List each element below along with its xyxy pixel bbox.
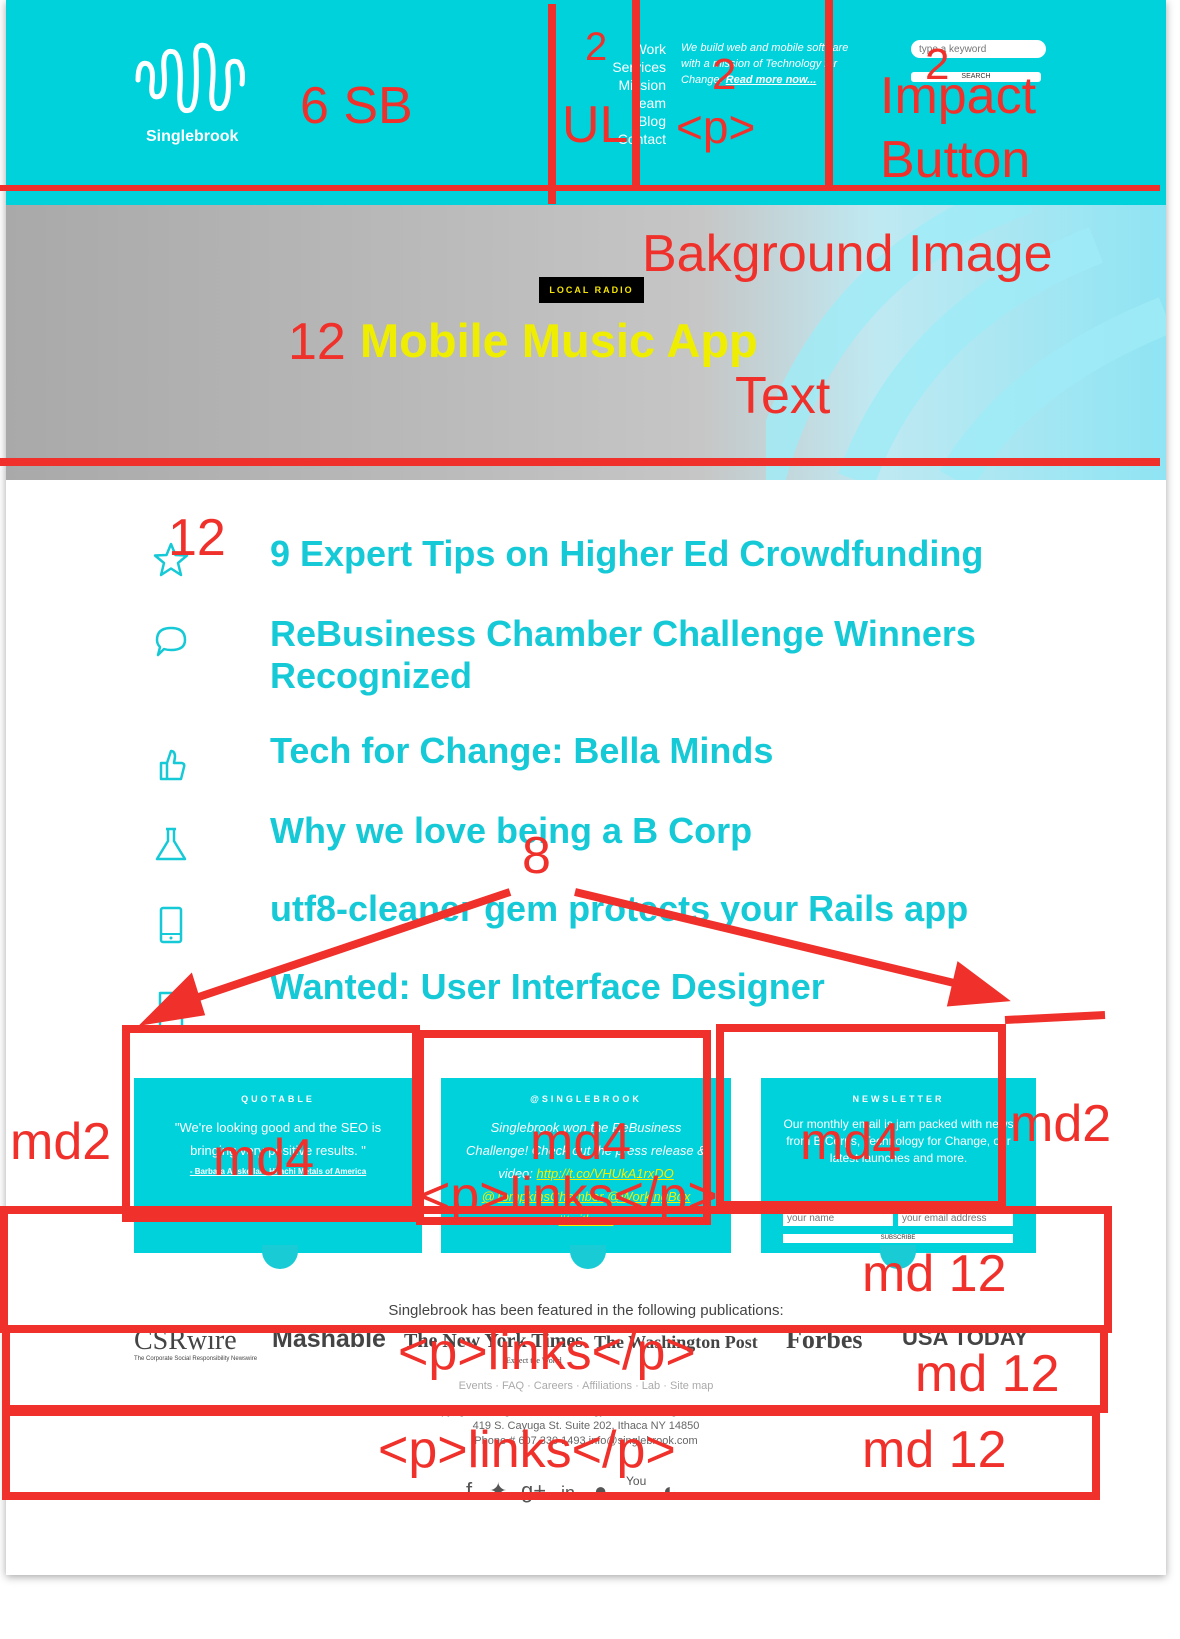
nav-item-mission[interactable]: Mission <box>586 76 666 94</box>
logo-text[interactable]: Singlebrook <box>146 128 238 146</box>
annotation-impact: Impact <box>880 67 1037 125</box>
annotation-8: 8 <box>522 827 551 885</box>
annotation-2a: 2 <box>585 25 608 69</box>
annotation-divider-3 <box>825 0 835 190</box>
annotation-background-image: Bakground Image <box>642 225 1053 283</box>
annotation-p-links-3: <p>links</p> <box>378 1421 676 1479</box>
flask-icon <box>155 827 187 861</box>
read-more-link[interactable]: Read more now... <box>726 74 817 86</box>
hero-title[interactable]: Mobile Music App <box>360 313 758 368</box>
annotation-p: <p> <box>676 101 756 153</box>
annotation-2b: 2 <box>712 50 737 99</box>
annotation-md4-2: md4 <box>530 1113 632 1171</box>
article-link-b-corp[interactable]: Why we love being a B Corp <box>270 810 752 852</box>
annotation-p-links-1: <p>links</p> <box>420 1167 718 1225</box>
annotation-md12-3: md 12 <box>862 1421 1007 1479</box>
article-link-rebusiness-line2[interactable]: Recognized <box>270 655 472 697</box>
annotation-6-sb: 6 SB <box>300 77 413 135</box>
thumbs-up-icon <box>159 749 186 781</box>
annotation-button: Button <box>880 131 1031 189</box>
speech-bubble-icon <box>155 626 187 657</box>
annotation-md2-left: md2 <box>10 1113 112 1171</box>
annotation-divider-2 <box>632 0 642 190</box>
annotation-md4-3: md4 <box>800 1113 902 1171</box>
annotation-md12-2: md 12 <box>915 1345 1060 1403</box>
annotation-12-hero: 12 <box>288 313 346 371</box>
annotation-md12-1: md 12 <box>862 1245 1007 1303</box>
annotation-arrows <box>138 888 1106 1026</box>
annotation-md4-1: md4 <box>213 1129 315 1187</box>
annotation-p-links-2: <p>links</p> <box>398 1323 696 1381</box>
category-badge: LOCAL RADIO <box>539 277 644 303</box>
article-link-bella-minds[interactable]: Tech for Change: Bella Minds <box>270 730 773 772</box>
annotation-12-list: 12 <box>168 509 226 567</box>
annotation-box-quotable <box>122 1025 420 1222</box>
article-link-crowdfunding[interactable]: 9 Expert Tips on Higher Ed Crowdfunding <box>270 533 983 575</box>
annotation-hero-line <box>0 458 1160 470</box>
annotation-ul: UL <box>562 96 629 154</box>
annotation-text: Text <box>735 367 831 425</box>
annotation-divider-1 <box>548 4 558 204</box>
logo-icon[interactable] <box>134 40 246 120</box>
annotation-md2-right: md2 <box>1010 1095 1112 1153</box>
article-link-rebusiness[interactable]: ReBusiness Chamber Challenge Winners <box>270 613 976 655</box>
